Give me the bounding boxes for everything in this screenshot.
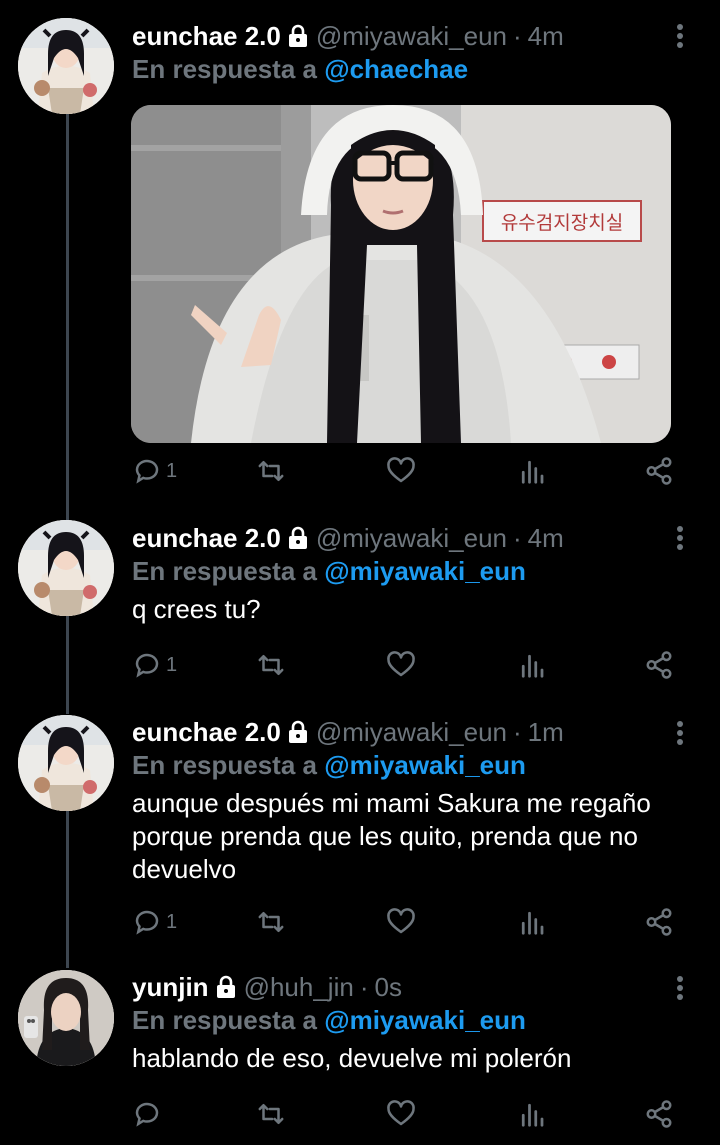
user-handle[interactable]: @miyawaki_eun	[316, 521, 507, 555]
reply-context: En respuesta a @miyawaki_eun	[132, 555, 664, 587]
reply-context: En respuesta a @miyawaki_eun	[132, 749, 664, 781]
reply-prefix: En respuesta a	[132, 750, 317, 780]
reply-count: 1	[166, 459, 178, 482]
lock-icon	[216, 975, 235, 998]
separator: ·	[513, 523, 522, 553]
separator: ·	[359, 972, 369, 1002]
more-icon[interactable]	[668, 973, 692, 1003]
lock-icon	[288, 24, 307, 47]
like-icon	[387, 457, 415, 483]
display-name[interactable]: yunjin	[132, 970, 209, 1004]
tweet[interactable]: eunchae 2.0 @miyawaki_eun · 1m En respue…	[0, 705, 720, 960]
user-handle[interactable]: @miyawaki_eun	[316, 715, 507, 749]
reply-mention-link[interactable]: @miyawaki_eun	[324, 556, 526, 586]
media-sign-text: 유수검지장치실	[501, 212, 623, 234]
retweet-icon	[258, 912, 284, 932]
timestamp[interactable]: 4m	[528, 19, 564, 53]
tweet-text: q crees tu?	[132, 594, 261, 624]
analytics-icon	[521, 460, 544, 484]
reply-count: 1	[166, 653, 178, 676]
like-button[interactable]	[386, 647, 416, 683]
reply-button[interactable]: 1	[132, 904, 177, 940]
retweet-icon	[258, 461, 284, 481]
reply-button[interactable]: 1	[132, 647, 177, 683]
reply-mention-link[interactable]: @chaechae	[324, 54, 468, 84]
tweet[interactable]: eunchae 2.0 @miyawaki_eun · 4m En respue…	[0, 510, 720, 705]
reply-count: 1	[166, 910, 178, 933]
reply-context: En respuesta a @miyawaki_eun	[132, 1004, 664, 1036]
reply-context: En respuesta a @chaechae	[132, 53, 664, 85]
display-name[interactable]: eunchae 2.0	[132, 19, 281, 53]
tweet[interactable]: eunchae 2.0 @miyawaki_eun · 4m En respue…	[0, 0, 720, 510]
analytics-icon	[521, 911, 544, 935]
lock-icon	[288, 526, 307, 549]
user-handle[interactable]: @miyawaki_eun	[316, 19, 507, 53]
analytics-button[interactable]	[517, 453, 547, 489]
share-icon	[646, 457, 672, 485]
reply-button[interactable]: 1	[132, 453, 177, 489]
retweet-button[interactable]	[256, 453, 286, 489]
like-button[interactable]	[386, 1096, 416, 1132]
tweet-text: hablando de eso, devuelve mi polerón	[132, 1043, 572, 1073]
avatar[interactable]	[18, 970, 114, 1066]
timestamp[interactable]: 0s	[374, 970, 401, 1004]
avatar[interactable]	[18, 715, 114, 811]
more-icon[interactable]	[668, 21, 692, 51]
share-icon	[646, 651, 672, 679]
timestamp[interactable]: 1m	[528, 715, 564, 749]
separator: ·	[513, 717, 522, 747]
reply-mention-link[interactable]: @miyawaki_eun	[324, 1005, 526, 1035]
avatar[interactable]	[18, 18, 114, 114]
analytics-button[interactable]	[517, 1096, 547, 1132]
reply-prefix: En respuesta a	[132, 1005, 317, 1035]
tweet-media-image[interactable]: 유수검지장치실	[131, 105, 671, 443]
retweet-button[interactable]	[256, 904, 286, 940]
retweet-button[interactable]	[256, 1096, 286, 1132]
like-icon	[387, 908, 415, 934]
share-button[interactable]	[644, 647, 674, 683]
retweet-icon	[258, 655, 284, 675]
tweet[interactable]: yunjin @huh_jin · 0s En respuesta a @miy…	[0, 960, 720, 1145]
reply-prefix: En respuesta a	[132, 54, 317, 84]
timestamp[interactable]: 4m	[528, 521, 564, 555]
like-icon	[387, 651, 415, 677]
analytics-button[interactable]	[517, 647, 547, 683]
retweet-button[interactable]	[256, 647, 286, 683]
like-button[interactable]	[386, 453, 416, 489]
display-name[interactable]: eunchae 2.0	[132, 521, 281, 555]
reply-button[interactable]	[132, 1096, 166, 1132]
share-button[interactable]	[644, 453, 674, 489]
reply-icon	[135, 459, 159, 484]
retweet-icon	[258, 1104, 284, 1124]
share-icon	[646, 1100, 672, 1128]
reply-icon	[135, 910, 159, 935]
analytics-icon	[521, 654, 544, 678]
share-button[interactable]	[644, 1096, 674, 1132]
more-icon[interactable]	[668, 523, 692, 553]
lock-icon	[288, 720, 307, 743]
reply-mention-link[interactable]: @miyawaki_eun	[324, 750, 526, 780]
more-icon[interactable]	[668, 718, 692, 748]
analytics-button[interactable]	[517, 904, 547, 940]
display-name[interactable]: eunchae 2.0	[132, 715, 281, 749]
tweet-text: aunque después mi mami Sakura me regaño …	[132, 788, 651, 884]
share-button[interactable]	[644, 904, 674, 940]
like-icon	[387, 1100, 415, 1126]
user-handle[interactable]: @huh_jin	[244, 970, 354, 1004]
analytics-icon	[521, 1103, 544, 1127]
like-button[interactable]	[386, 904, 416, 940]
separator: ·	[513, 21, 522, 51]
avatar[interactable]	[18, 520, 114, 616]
reply-icon	[135, 1102, 159, 1127]
share-icon	[646, 908, 672, 936]
reply-prefix: En respuesta a	[132, 556, 317, 586]
reply-icon	[135, 653, 159, 678]
